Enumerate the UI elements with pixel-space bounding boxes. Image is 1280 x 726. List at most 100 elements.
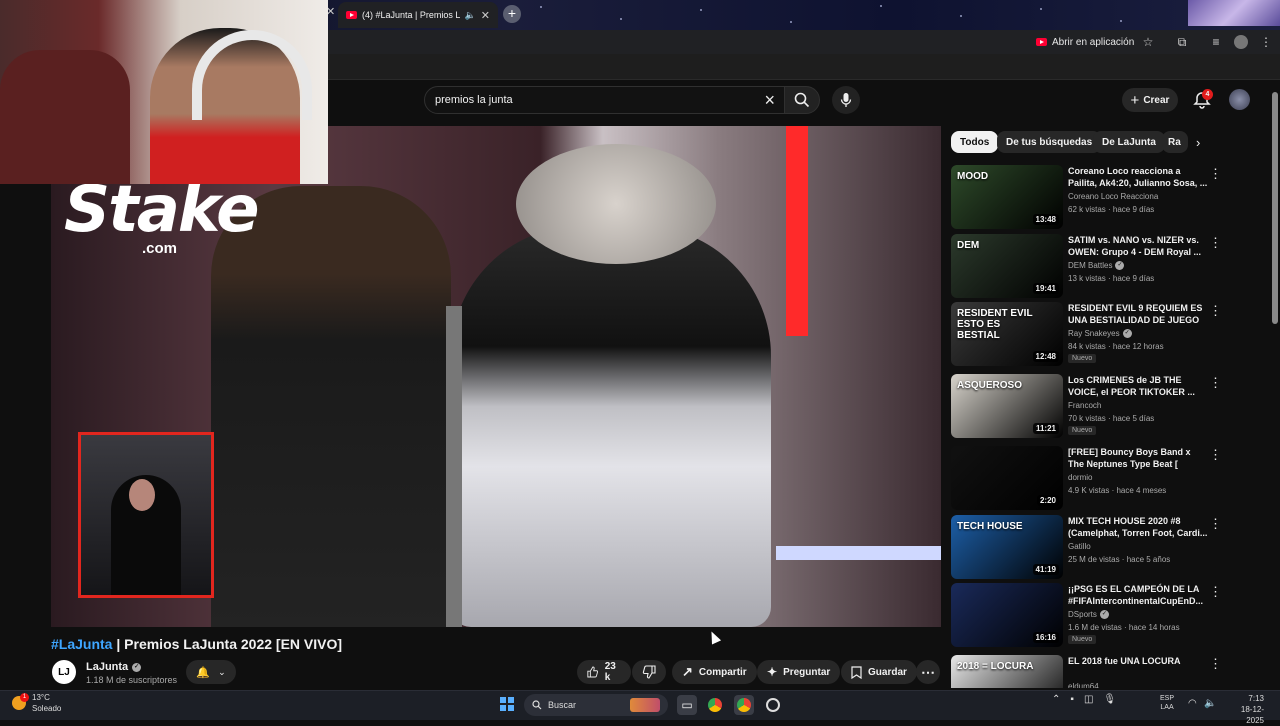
recommendation-title[interactable]: RESIDENT EVIL 9 REQUIEM ES UNA BESTIALID… xyxy=(1068,302,1208,326)
channel-name[interactable]: LaJunta ✓ xyxy=(86,661,142,673)
tray-network-icon[interactable]: ◫ xyxy=(1084,694,1093,705)
recommendation-title[interactable]: ¡¡PSG ES EL CAMPEÓN DE LA #FIFAIntercont… xyxy=(1068,583,1208,607)
weather-widget[interactable]: 1 13°C Soleado xyxy=(12,692,61,714)
recommendation-title[interactable]: Coreano Loco reacciona a Pailita, Ak4:20… xyxy=(1068,165,1208,189)
windows-start-icon[interactable] xyxy=(500,697,514,711)
verified-badge-icon: ✓ xyxy=(1099,610,1109,619)
recommendation-thumbnail[interactable]: 2:20 xyxy=(951,446,1063,510)
thumbnail-caption: TECH HOUSE xyxy=(957,521,1023,532)
kebab-menu-icon[interactable]: ⋮ xyxy=(1209,517,1222,530)
recommendation-channel[interactable]: DSports ✓ xyxy=(1068,610,1109,619)
recommendation-thumbnail[interactable]: 16:16 xyxy=(951,583,1063,647)
reading-list-icon[interactable]: ≡ xyxy=(1208,35,1224,49)
share-button[interactable]: ↗ Compartir xyxy=(672,660,757,684)
recommendation-thumbnail[interactable]: RESIDENT EVIL ESTO ES BESTIAL 12:48 xyxy=(951,302,1063,366)
subscription-bell-button[interactable]: 🔔 ⌄ xyxy=(186,660,236,684)
recommendation-thumbnail[interactable]: MOOD 13:48 xyxy=(951,165,1063,229)
kebab-menu-icon[interactable]: ⋮ xyxy=(1209,167,1222,180)
recommendation-channel-name: Francoch xyxy=(1068,401,1102,410)
taskbar-search-box[interactable]: Buscar xyxy=(524,694,668,716)
recommendation-channel[interactable]: Gatillo xyxy=(1068,542,1091,551)
volume-icon[interactable]: 🔈 xyxy=(1204,698,1216,709)
kebab-menu-icon[interactable]: ⋮ xyxy=(1209,304,1222,317)
bookmark-star-icon[interactable]: ☆ xyxy=(1140,35,1156,49)
chip-from-channel[interactable]: De LaJunta xyxy=(1093,131,1165,153)
speaker-icon[interactable]: 🔈 xyxy=(465,10,476,21)
browser-profile-avatar[interactable] xyxy=(1234,35,1248,49)
recommendation-title[interactable]: Los CRIMENES de JB THE VOICE, el PEOR TI… xyxy=(1068,374,1208,398)
tray-app-icon[interactable]: ▪ xyxy=(1070,694,1074,705)
scrollbar-thumb[interactable] xyxy=(1272,92,1278,324)
chip-partial[interactable]: Ra xyxy=(1162,131,1188,153)
chevron-right-icon[interactable]: › xyxy=(1196,135,1200,150)
recommendation-thumbnail[interactable]: 2018 = LOCURA xyxy=(951,655,1063,688)
kebab-menu-icon[interactable]: ⋮ xyxy=(1209,236,1222,249)
chrome-active-icon[interactable] xyxy=(734,695,754,715)
tray-mic-icon[interactable]: 🎙 xyxy=(1103,694,1116,705)
recommendation-channel[interactable]: Ray Snakeyes ✓ xyxy=(1068,329,1132,338)
recommendation-channel[interactable]: Francoch xyxy=(1068,401,1101,410)
kebab-menu-icon[interactable]: ⋮ xyxy=(1209,657,1222,670)
weather-alert-badge: 1 xyxy=(20,693,29,702)
kebab-menu-icon[interactable]: ⋮ xyxy=(1209,585,1222,598)
extensions-icon[interactable]: ⧉ xyxy=(1174,35,1190,50)
wifi-icon[interactable]: ◠ xyxy=(1188,698,1197,709)
kebab-menu-icon[interactable]: ⋮ xyxy=(1209,376,1222,389)
recommendation-title[interactable]: [FREE] Bouncy Boys Band x The Neptunes T… xyxy=(1068,446,1208,470)
recommendation-title[interactable]: EL 2018 fue UNA LOCURA xyxy=(1068,655,1208,667)
user-avatar[interactable] xyxy=(1229,89,1250,110)
recommendation-thumbnail[interactable]: TECH HOUSE 41:19 xyxy=(951,515,1063,579)
search-button[interactable] xyxy=(784,86,820,114)
recommendation-item[interactable]: TECH HOUSE 41:19 MIX TECH HOUSE 2020 #8 (C… xyxy=(951,515,1267,579)
search-highlight-icon xyxy=(630,698,660,712)
dislike-button[interactable] xyxy=(632,660,666,684)
search-icon xyxy=(794,92,810,108)
recommendation-meta: 70 k vistas · hace 5 días xyxy=(1068,414,1155,423)
save-button[interactable]: Guardar xyxy=(841,660,917,684)
chrome-icon[interactable] xyxy=(705,695,725,715)
recommendation-title[interactable]: SATIM vs. NANO vs. NIZER vs. OWEN: Grupo… xyxy=(1068,234,1208,258)
kebab-menu-icon[interactable]: ⋮ xyxy=(1209,448,1222,461)
task-view-icon[interactable]: ▭ xyxy=(677,695,697,715)
video-hashtag-link[interactable]: #LaJunta xyxy=(51,636,112,652)
voice-search-button[interactable] xyxy=(832,86,860,114)
thumbnail-caption: RESIDENT EVIL ESTO ES BESTIAL xyxy=(957,308,1033,341)
browser-tab-youtube[interactable]: (4) #LaJunta | Premios LaJu 🔈 ✕ xyxy=(338,2,498,28)
recommendation-title[interactable]: MIX TECH HOUSE 2020 #8 (Camelphat, Torre… xyxy=(1068,515,1208,539)
recommendation-channel[interactable]: Coreano Loco Reacciona xyxy=(1068,192,1158,201)
search-input[interactable]: premios la junta × xyxy=(424,86,786,114)
open-in-app-button[interactable]: Abrir en aplicación xyxy=(1036,33,1134,51)
like-count: 23 k xyxy=(604,661,616,683)
recommendation-item[interactable]: 2018 = LOCURA EL 2018 fue UNA LOCURA eldum… xyxy=(951,655,1267,688)
ask-button[interactable]: ✦ Preguntar xyxy=(757,660,841,684)
recommendation-thumbnail[interactable]: DEM 19:41 xyxy=(951,234,1063,298)
video-duration: 11:21 xyxy=(1032,423,1059,434)
recommendation-item[interactable]: ASQUEROSO 11:21 Los CRIMENES de JB THE VOI… xyxy=(951,374,1267,438)
system-clock[interactable]: 7:13 18-12-2025 xyxy=(1224,693,1264,726)
recommendation-channel[interactable]: dormio xyxy=(1068,473,1092,482)
recommendation-thumbnail[interactable]: ASQUEROSO 11:21 xyxy=(951,374,1063,438)
recommendation-item[interactable]: RESIDENT EVIL ESTO ES BESTIAL 12:48 RESIDE… xyxy=(951,302,1267,366)
recommendation-item[interactable]: DEM 19:41 SATIM vs. NANO vs. NIZER vs. OWE… xyxy=(951,234,1267,298)
clear-search-icon[interactable]: × xyxy=(764,91,775,109)
new-tab-button[interactable]: + xyxy=(503,5,521,23)
recommendation-channel-name: Ray Snakeyes xyxy=(1068,329,1120,338)
recommendation-item[interactable]: 2:20 [FREE] Bouncy Boys Band x The Neptun… xyxy=(951,446,1267,510)
obs-icon[interactable] xyxy=(763,695,783,715)
recommendation-item[interactable]: MOOD 13:48 Coreano Loco reacciona a Pailit… xyxy=(951,165,1267,229)
create-button[interactable]: + Crear xyxy=(1122,88,1178,112)
browser-menu-icon[interactable]: ⋮ xyxy=(1258,35,1274,49)
recommendation-channel[interactable]: eldum64 xyxy=(1068,682,1099,688)
chip-from-searches[interactable]: De tus búsquedas xyxy=(997,131,1102,153)
channel-avatar[interactable]: LJ xyxy=(52,660,76,684)
webcam-overlay xyxy=(0,0,328,184)
like-button[interactable]: 23 k xyxy=(577,660,631,684)
chip-todos[interactable]: Todos xyxy=(951,131,999,153)
input-language[interactable]: ESP LAA xyxy=(1160,694,1174,712)
tray-overflow-icon[interactable]: ⌃ xyxy=(1052,694,1060,705)
more-actions-button[interactable]: ⋯ xyxy=(916,660,940,684)
close-tab-icon[interactable]: ✕ xyxy=(481,9,490,22)
youtube-app-icon xyxy=(1036,38,1047,46)
recommendation-channel[interactable]: DEM Battles ✓ xyxy=(1068,261,1125,270)
recommendation-item[interactable]: 16:16 ¡¡PSG ES EL CAMPEÓN DE LA #FIFAInte… xyxy=(951,583,1267,647)
